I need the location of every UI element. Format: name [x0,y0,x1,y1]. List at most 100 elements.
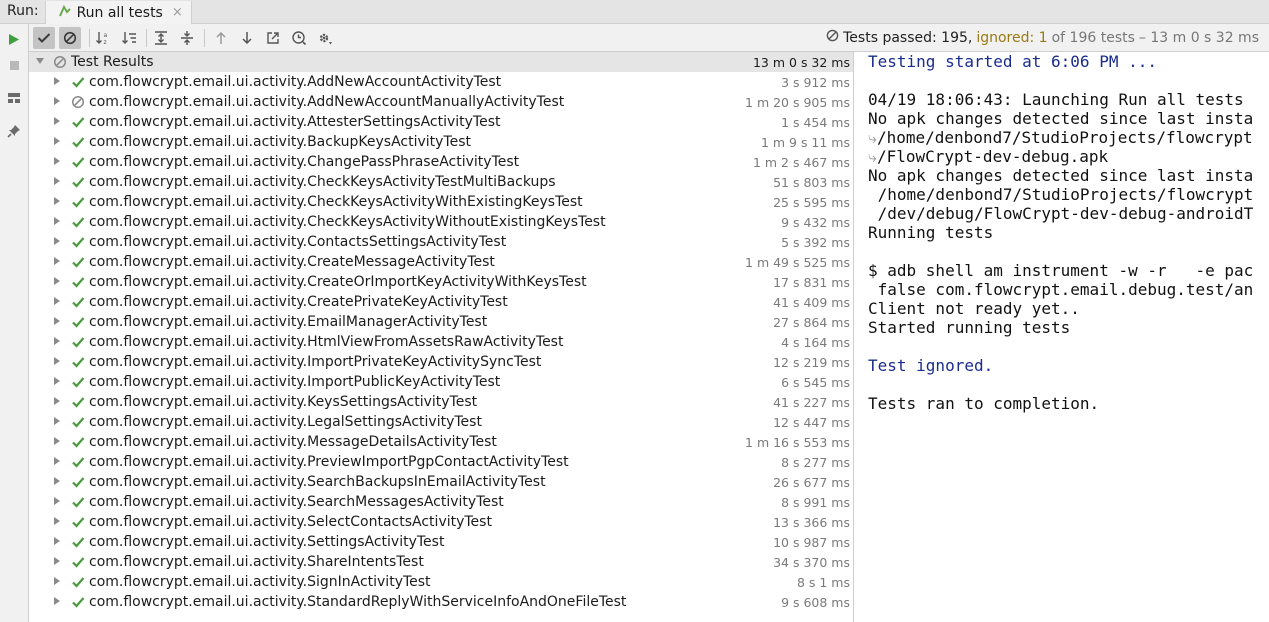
expand-arrow-icon[interactable] [54,457,60,465]
check-icon[interactable] [33,27,55,49]
expand-arrow-icon[interactable] [54,357,60,365]
test-row[interactable]: com.flowcrypt.email.ui.activity.AddNewAc… [29,72,853,92]
expand-arrow-icon[interactable] [54,517,60,525]
ignored-filter-icon[interactable] [59,27,81,49]
expand-arrow-icon[interactable] [54,237,60,245]
expand-arrow-icon[interactable] [54,497,60,505]
tab-run-all-tests[interactable]: Run all tests × [44,1,192,24]
test-row[interactable]: com.flowcrypt.email.ui.activity.CreateOr… [29,272,853,292]
expand-arrow-icon[interactable] [54,217,60,225]
test-results-tree[interactable]: Test Results 13 m 0 s 32 ms com.flowcryp… [29,52,854,622]
test-row[interactable]: com.flowcrypt.email.ui.activity.PreviewI… [29,452,853,472]
expand-arrow-icon[interactable] [54,377,60,385]
expand-arrow-icon[interactable] [54,337,60,345]
export-icon[interactable] [262,27,284,49]
test-row[interactable]: com.flowcrypt.email.ui.activity.AddNewAc… [29,92,853,112]
svg-text:a: a [104,32,108,39]
sort-duration-icon[interactable] [118,27,140,49]
test-row[interactable]: com.flowcrypt.email.ui.activity.SelectCo… [29,512,853,532]
expand-arrow-icon[interactable] [54,117,60,125]
test-row[interactable]: com.flowcrypt.email.ui.activity.Settings… [29,532,853,552]
test-row[interactable]: com.flowcrypt.email.ui.activity.CreatePr… [29,292,853,312]
test-row[interactable]: com.flowcrypt.email.ui.activity.Standard… [29,592,853,612]
next-failed-icon[interactable] [236,27,258,49]
expand-arrow-icon[interactable] [54,137,60,145]
passed-check-icon [71,275,85,289]
expand-arrow-icon[interactable] [54,537,60,545]
test-row[interactable]: com.flowcrypt.email.ui.activity.SignInAc… [29,572,853,592]
passed-check-icon [71,135,85,149]
expand-arrow-icon[interactable] [54,477,60,485]
passed-check-icon [71,355,85,369]
collapse-all-icon[interactable] [176,27,198,49]
expand-arrow-icon[interactable] [54,397,60,405]
test-row[interactable]: com.flowcrypt.email.ui.activity.CheckKey… [29,212,853,232]
expand-arrow-icon[interactable] [54,197,60,205]
test-duration: 1 s 454 ms [781,114,850,130]
test-results-root[interactable]: Test Results 13 m 0 s 32 ms [29,52,853,72]
test-row[interactable]: com.flowcrypt.email.ui.activity.EmailMan… [29,312,853,332]
test-row[interactable]: com.flowcrypt.email.ui.activity.SearchBa… [29,472,853,492]
history-icon[interactable] [288,27,310,49]
test-row[interactable]: com.flowcrypt.email.ui.activity.Attester… [29,112,853,132]
test-row[interactable]: com.flowcrypt.email.ui.activity.MessageD… [29,432,853,452]
test-row[interactable]: com.flowcrypt.email.ui.activity.KeysSett… [29,392,853,412]
passed-check-icon [71,75,85,89]
run-icon[interactable] [5,30,23,48]
expand-arrow-icon[interactable] [54,277,60,285]
expand-arrow-icon[interactable] [54,257,60,265]
test-row[interactable]: com.flowcrypt.email.ui.activity.ChangePa… [29,152,853,172]
expand-arrow-icon[interactable] [54,437,60,445]
passed-check-icon [71,295,85,309]
test-duration: 6 s 545 ms [781,374,850,390]
close-icon[interactable]: × [172,5,183,20]
console-line: /FlowCrypt-dev-debug.apk [876,147,1109,166]
expand-arrow-icon[interactable] [54,157,60,165]
expand-arrow-icon[interactable] [54,597,60,605]
test-name: com.flowcrypt.email.ui.activity.Settings… [89,534,445,550]
expand-arrow-icon[interactable] [54,177,60,185]
test-duration: 1 m 9 s 11 ms [760,134,850,150]
test-row[interactable]: com.flowcrypt.email.ui.activity.ImportPu… [29,372,853,392]
test-row[interactable]: com.flowcrypt.email.ui.activity.Contacts… [29,232,853,252]
expand-arrow-icon[interactable] [36,58,44,64]
test-duration: 27 s 864 ms [773,314,850,330]
test-row[interactable]: com.flowcrypt.email.ui.activity.SearchMe… [29,492,853,512]
expand-arrow-icon[interactable] [54,297,60,305]
expand-arrow-icon[interactable] [54,417,60,425]
passed-check-icon [71,535,85,549]
console-output[interactable]: Testing started at 6:06 PM ... 04/19 18:… [855,52,1269,622]
test-row[interactable]: com.flowcrypt.email.ui.activity.ShareInt… [29,552,853,572]
wrap-icon: ⤷ [868,147,877,166]
passed-check-icon [71,115,85,129]
test-name: com.flowcrypt.email.ui.activity.ShareInt… [89,554,424,570]
stop-icon[interactable] [5,56,23,74]
test-row[interactable]: com.flowcrypt.email.ui.activity.BackupKe… [29,132,853,152]
passed-check-icon [71,475,85,489]
console-line: Started running tests [868,318,1071,337]
test-name: com.flowcrypt.email.ui.activity.ChangePa… [89,154,520,170]
test-row[interactable]: com.flowcrypt.email.ui.activity.CheckKey… [29,172,853,192]
expand-arrow-icon[interactable] [54,317,60,325]
test-duration: 4 s 164 ms [781,334,850,350]
passed-check-icon [71,375,85,389]
passed-check-icon [71,235,85,249]
settings-icon[interactable] [314,27,336,49]
passed-check-icon [71,575,85,589]
sort-alpha-icon[interactable]: az [92,27,114,49]
expand-all-icon[interactable] [150,27,172,49]
test-row[interactable]: com.flowcrypt.email.ui.activity.CreateMe… [29,252,853,272]
expand-arrow-icon[interactable] [54,97,60,105]
test-row[interactable]: com.flowcrypt.email.ui.activity.HtmlView… [29,332,853,352]
test-row[interactable]: com.flowcrypt.email.ui.activity.ImportPr… [29,352,853,372]
test-duration: 51 s 803 ms [773,174,850,190]
layout-icon[interactable] [5,89,23,107]
prev-failed-icon[interactable] [210,27,232,49]
run-titlebar: Run: Run all tests × [0,0,1269,24]
pin-icon[interactable] [5,122,23,140]
expand-arrow-icon[interactable] [54,77,60,85]
test-row[interactable]: com.flowcrypt.email.ui.activity.LegalSet… [29,412,853,432]
test-row[interactable]: com.flowcrypt.email.ui.activity.CheckKey… [29,192,853,212]
expand-arrow-icon[interactable] [54,577,60,585]
expand-arrow-icon[interactable] [54,557,60,565]
